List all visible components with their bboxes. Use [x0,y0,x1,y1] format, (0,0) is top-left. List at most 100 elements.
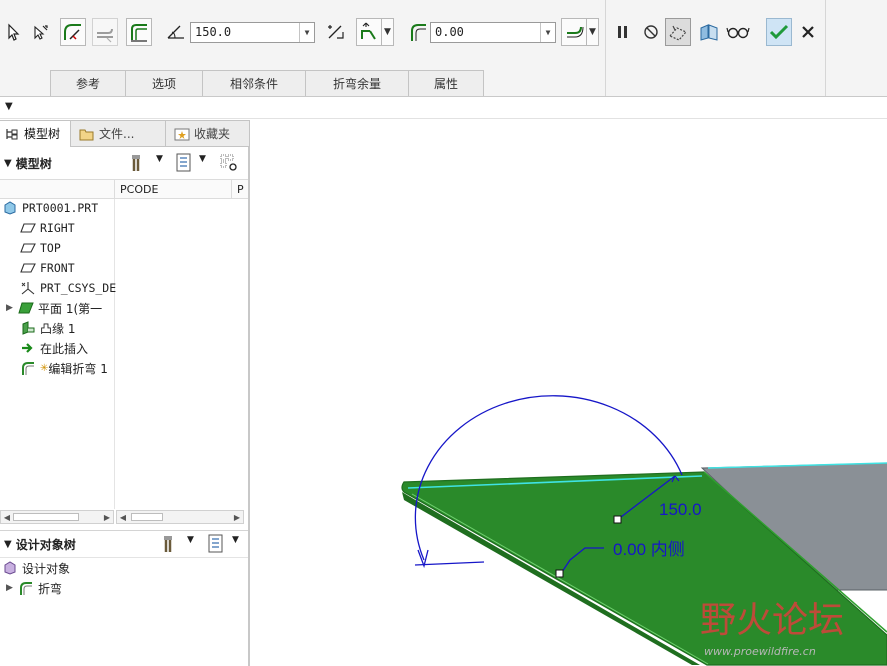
watermark-text: 野火论坛 [700,600,844,641]
chevron-down-icon[interactable]: ▼ [187,535,194,545]
show-settings-icon[interactable] [175,153,193,176]
flip-angle-icon[interactable] [322,18,348,46]
chevron-down-icon[interactable]: ▼ [540,23,555,42]
design-tree-header: ▼ 设计对象树 ▼ ▼ [0,531,248,557]
tools-icon[interactable] [162,534,182,557]
collapse-arrow-icon[interactable]: ▼ [4,158,12,169]
show-settings-icon[interactable] [207,534,225,557]
tree-item-top[interactable]: TOP [20,238,61,258]
tab-favorites-label: 收藏夹 [194,127,231,141]
chevron-down-icon[interactable]: ▼ [382,18,394,46]
tree-item-csys[interactable]: PRT_CSYS_DE [20,278,116,298]
tree-item-right[interactable]: RIGHT [20,218,75,238]
column-divider [114,199,115,509]
column-horizontal-scrollbar[interactable]: ◀ ▶ [116,510,244,524]
tree-item-insert-here[interactable]: 在此插入 [20,338,88,358]
insert-here-arrow-icon [20,340,36,356]
column-pcode[interactable]: PCODE [120,183,158,196]
tree-item-label: RIGHT [40,221,75,235]
ribbon-toolbar: 150.0 ▼ ▼ 0.00 ▼ ▼ 参考 选项 相邻条件 折弯余量 属性 [0,0,887,97]
bend-radius-value[interactable]: 0.00 [435,25,464,39]
tab-model-tree[interactable]: 模型树 [0,120,71,147]
bend-angle-combo[interactable]: 150.0 ▼ [190,22,315,43]
tools-icon[interactable] [130,153,150,176]
chevron-down-icon[interactable]: ▼ [232,535,239,545]
part-icon [2,200,18,216]
tree-item-front[interactable]: FRONT [20,258,75,278]
design-tree-title: 设计对象树 [15,537,76,552]
tree-item-label: TOP [40,241,61,255]
chevron-down-icon[interactable]: ▼ [299,23,314,42]
flat-wall-icon [18,300,34,316]
tree-item-label: 编辑折弯 1 [48,361,108,376]
tree-horizontal-scrollbar[interactable]: ◀ ▶ [0,510,114,524]
tree-icon [4,126,20,142]
tree-item-flange[interactable]: 凸缘 1 [20,318,75,338]
tab-files-label: 文件... [99,127,135,141]
tab-model-tree-label: 模型树 [24,127,61,141]
collapse-arrow-icon[interactable]: ▼ [5,101,13,112]
tab-favorites[interactable]: 收藏夹 [165,120,250,147]
design-object-icon [2,560,18,576]
model-tree-title: 模型树 [15,156,52,171]
select-arrow-icon[interactable] [0,18,26,46]
chevron-down-icon[interactable]: ▼ [156,154,163,164]
flange-icon [20,320,36,336]
radius-side-icon[interactable] [561,18,587,46]
bend-line-icon[interactable] [60,18,86,46]
confirm-check-icon[interactable] [766,18,792,46]
no-preview-icon[interactable] [638,18,664,46]
radius-drag-handle[interactable] [555,569,564,578]
tree-item-label: 凸缘 1 [40,321,76,336]
glasses-icon[interactable] [725,18,751,46]
column-p[interactable]: P [237,183,244,196]
pause-icon[interactable] [610,18,636,46]
model-tree-header: ▼ 模型树 ▼ ▼ [0,150,248,176]
bend-direction-icon[interactable] [356,18,382,46]
collapse-arrow-icon[interactable]: ▼ [4,539,12,550]
angle-drag-handle[interactable] [613,515,622,524]
tree-item-flat-wall[interactable]: ▶ 平面 1(第一 [6,298,102,318]
ribbon-tab-bar: 参考 选项 相邻条件 折弯余量 属性 [50,70,484,96]
preview-geometry-icon[interactable] [665,18,691,46]
favorites-icon [174,126,190,142]
separator [825,0,826,96]
column-filter-icon[interactable] [219,153,239,176]
radius-dimension-label[interactable]: 0.00 内侧 [613,540,685,559]
graphics-viewport[interactable]: 150.0 0.00 内侧 野火论坛 www.proewildfire.cn [252,120,887,666]
bend-radius-combo[interactable]: 0.00 ▼ [430,22,556,43]
csys-icon [20,280,36,296]
tree-item-label: PRT0001.PRT [22,201,99,215]
expand-arrow-icon[interactable]: ▶ [6,583,18,593]
datum-plane-icon [20,240,36,256]
tab-adjacent-conditions[interactable]: 相邻条件 [202,70,306,96]
datum-plane-icon [20,220,36,236]
tree-item-design-object[interactable]: 设计对象 [2,558,70,578]
expand-arrow-icon[interactable]: ▶ [6,303,18,313]
tab-files[interactable]: 文件... [70,120,166,147]
folder-icon [79,126,95,142]
angle-dimension-label[interactable]: 150.0 [659,500,702,519]
tree-column-header: PCODE P [0,179,248,199]
cancel-close-icon[interactable] [795,18,821,46]
flatten-icon[interactable] [92,18,118,46]
tree-item-bend[interactable]: ▶ 折弯 [6,578,62,598]
edit-bend-icon [20,360,36,376]
tree-item-part[interactable]: PRT0001.PRT [2,198,98,218]
separator [605,0,606,96]
verify-mode-icon[interactable] [696,18,722,46]
bend-angle-icon [163,18,189,46]
new-feature-star-icon: ✳ [40,362,49,374]
tab-bend-allowance[interactable]: 折弯余量 [305,70,409,96]
bend-angle-value[interactable]: 150.0 [195,25,231,39]
chevron-down-icon[interactable]: ▼ [199,154,206,164]
tree-item-edit-bend[interactable]: ✳ 编辑折弯 1 [20,358,108,378]
chevron-down-icon[interactable]: ▼ [587,18,599,46]
bend-radius-icon [405,18,431,46]
tab-references[interactable]: 参考 [50,70,126,96]
tab-options[interactable]: 选项 [125,70,203,96]
edge-bend-icon[interactable] [126,18,152,46]
tab-properties[interactable]: 属性 [408,70,484,96]
smart-select-icon[interactable] [27,18,53,46]
tree-item-label: 设计对象 [22,561,71,576]
